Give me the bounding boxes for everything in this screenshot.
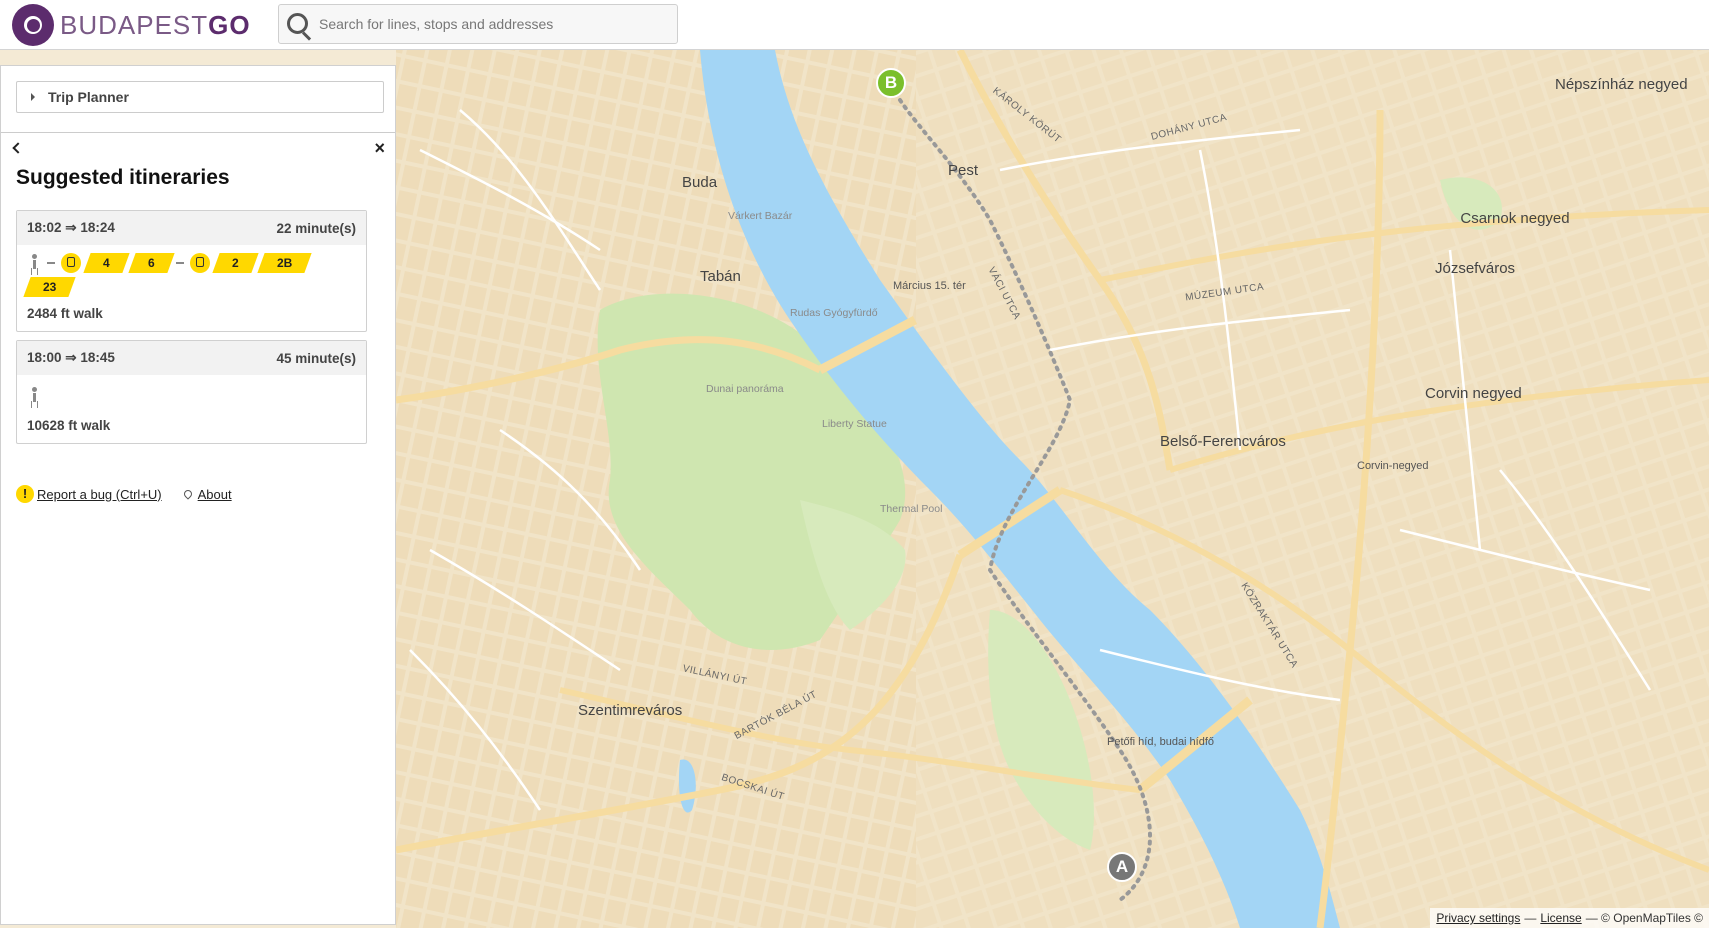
itinerary-duration: 45 minute(s) [276, 350, 356, 366]
map-label-buda: Buda [682, 174, 718, 191]
itinerary-times: 18:02 ⇒ 18:24 [27, 220, 115, 235]
walk-icon [27, 254, 41, 272]
map-attribution: Privacy settings — License — © OpenMapTi… [1430, 908, 1709, 928]
itinerary-card-2[interactable]: 18:00 ⇒ 18:45 45 minute(s) 10628 ft walk [16, 340, 367, 444]
close-icon[interactable]: × [374, 139, 385, 157]
panel-divider [1, 132, 395, 133]
map-poi-dunai-panorama: Dunai panoráma [706, 383, 784, 395]
attribution-copyright: — © OpenMapTiles © [1585, 911, 1703, 925]
itinerary-body: 10628 ft walk [17, 375, 366, 443]
search-input[interactable] [313, 16, 669, 32]
walk-distance: 10628 ft walk [27, 418, 111, 433]
app-header: BUDAPESTGO [0, 0, 1709, 50]
leg-separator [176, 262, 185, 264]
map-label-nepszinhaz: Népszínház negyed [1555, 76, 1688, 93]
location-pin-icon [181, 488, 194, 500]
map-label-taban: Tabán [700, 268, 741, 285]
privacy-settings-link[interactable]: Privacy settings [1436, 911, 1520, 925]
license-link[interactable]: License [1540, 911, 1581, 925]
attribution-separator: — [1524, 911, 1537, 925]
map-label-belso-ferencvaros: Belső-Ferencváros [1160, 433, 1286, 450]
tram-icon [61, 253, 81, 273]
trip-planner-label: Trip Planner [48, 89, 129, 105]
walk-distance: 2484 ft walk [27, 306, 103, 321]
map-label-corvin: Corvin negyed [1425, 385, 1522, 402]
map-poi-marcius-15: Március 15. tér [893, 280, 966, 292]
map-label-pest: Pest [948, 162, 979, 179]
itinerary-body: 4 6 2 2B 23 2484 ft walk [17, 245, 366, 331]
map-poi-petofi-hid: Petőfi híd, budai hídfő [1107, 736, 1215, 748]
caret-right-icon [31, 93, 35, 101]
map-poi-rudas: Rudas Gyógyfürdő [790, 307, 878, 319]
walk-icon [27, 387, 41, 405]
itinerary-header: 18:02 ⇒ 18:24 22 minute(s) [17, 211, 366, 245]
itinerary-legs: 4 6 2 2B 23 [23, 253, 356, 297]
origin-marker-a[interactable]: A [1107, 852, 1137, 882]
search-box[interactable] [278, 4, 678, 44]
map-label-szentimrevaros: Szentimreváros [578, 702, 683, 719]
route-badge-6: 6 [128, 253, 175, 273]
search-icon[interactable] [279, 5, 313, 43]
trip-planner-toggle[interactable]: Trip Planner [16, 81, 384, 113]
destination-marker-b[interactable]: B [876, 68, 906, 98]
panel-links: ! Report a bug (Ctrl+U) About [16, 485, 232, 503]
logo-ring-icon [12, 4, 54, 46]
about-link[interactable]: About [198, 487, 232, 502]
itinerary-legs [27, 383, 356, 409]
map-poi-thermal-pool: Thermal Pool [880, 503, 943, 515]
map-label-csarnok: Csarnok negyed [1460, 210, 1570, 227]
leg-separator [47, 262, 55, 264]
route-badge-23: 23 [23, 277, 76, 297]
itinerary-header: 18:00 ⇒ 18:45 45 minute(s) [17, 341, 366, 375]
map-poi-varkert: Várkert Bazár [728, 210, 793, 222]
logo-text-bold: GO [208, 9, 251, 40]
logo-text: BUDAPESTGO [60, 10, 251, 41]
report-bug-link[interactable]: Report a bug (Ctrl+U) [37, 487, 162, 502]
map-poi-corvin-negyed: Corvin-negyed [1357, 460, 1429, 472]
panel-title: Suggested itineraries [16, 166, 230, 189]
budapestgo-logo[interactable]: BUDAPESTGO [12, 4, 251, 46]
route-badge-2: 2 [212, 253, 259, 273]
warning-icon: ! [16, 485, 34, 503]
itinerary-panel: Trip Planner × Suggested itineraries 18:… [0, 65, 396, 925]
itinerary-times: 18:00 ⇒ 18:45 [27, 350, 115, 365]
route-badge-4: 4 [83, 253, 130, 273]
map-label-jozsefvaros: Józsefváros [1435, 260, 1516, 277]
itinerary-duration: 22 minute(s) [276, 220, 356, 236]
itinerary-card-1[interactable]: 18:02 ⇒ 18:24 22 minute(s) 4 6 2 2B 23 2… [16, 210, 367, 332]
logo-text-light: BUDAPEST [60, 9, 209, 40]
back-icon[interactable] [11, 142, 21, 154]
map-poi-liberty-statue: Liberty Statue [822, 418, 887, 430]
tram-icon [190, 253, 211, 273]
route-badge-2b: 2B [257, 253, 313, 273]
